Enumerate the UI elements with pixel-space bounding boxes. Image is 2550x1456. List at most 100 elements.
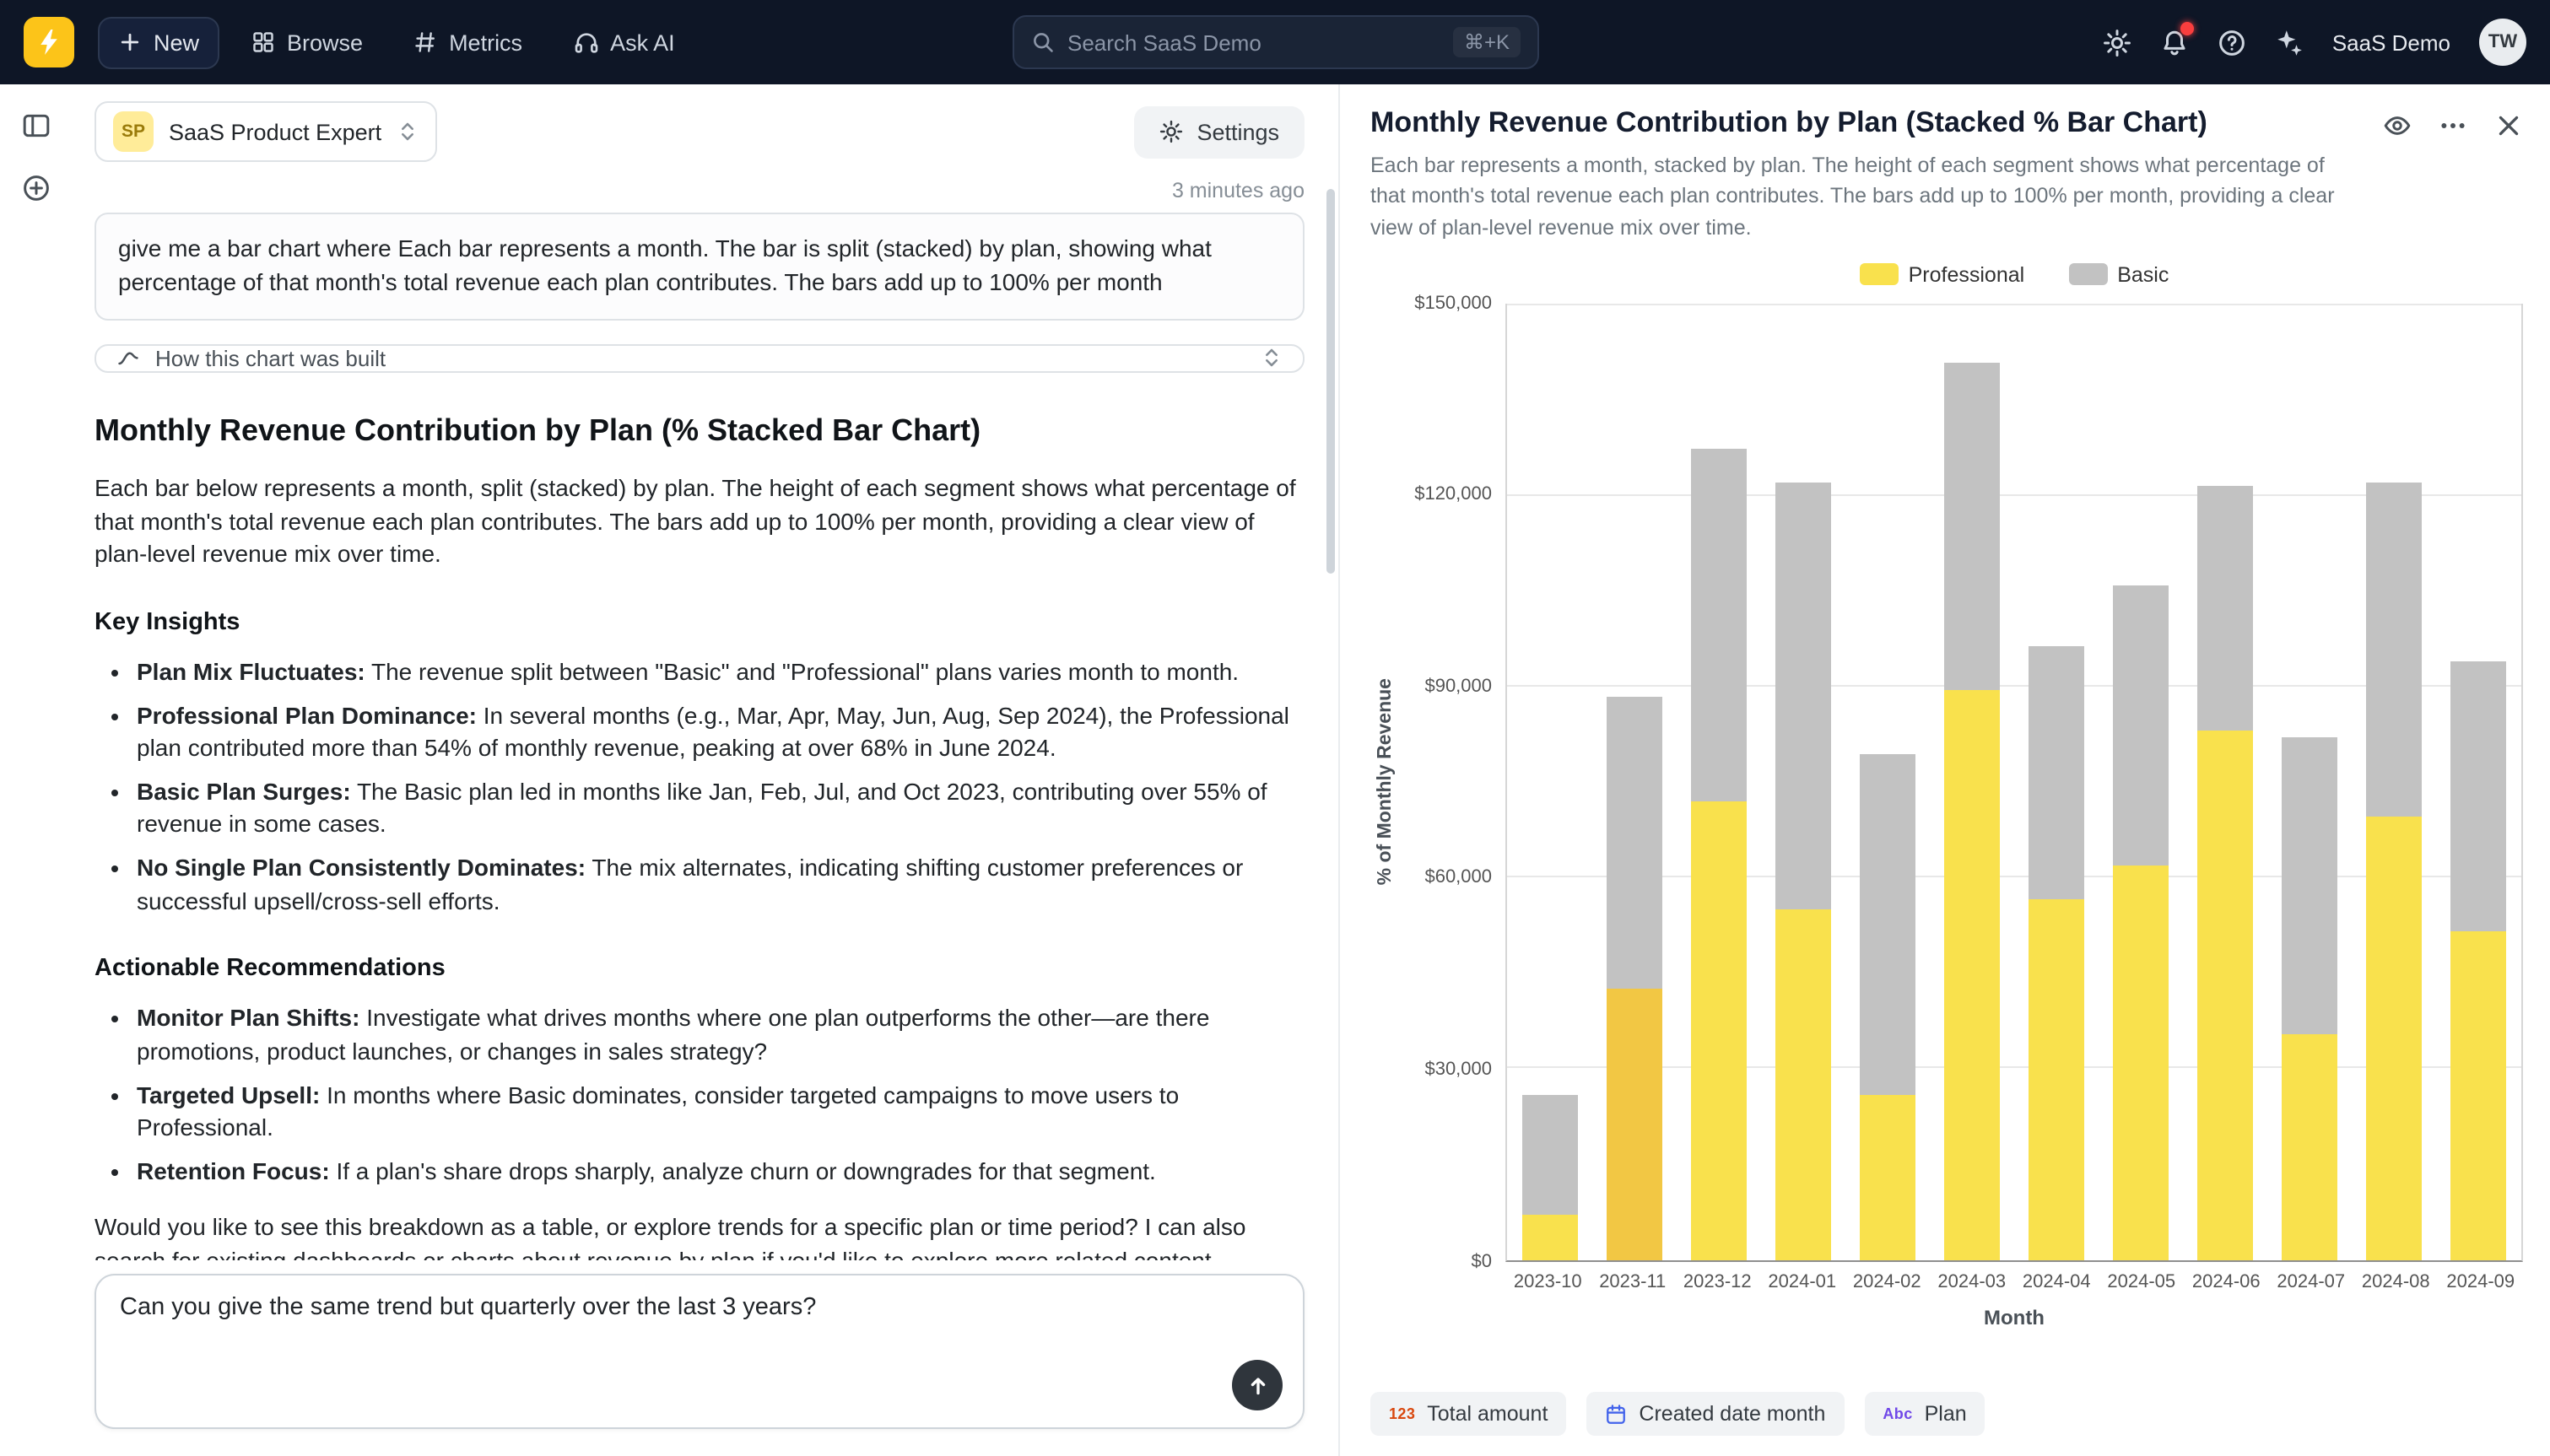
settings-button[interactable]: Settings <box>1134 105 1305 158</box>
more-options-icon[interactable] <box>2439 111 2467 140</box>
bar-segment-basic[interactable] <box>1521 1094 1577 1215</box>
composer-input[interactable]: Can you give the same trend but quarterl… <box>120 1294 1164 1395</box>
nav-browse-label: Browse <box>287 30 363 55</box>
main-content: SP SaaS Product Expert Settings 3 minute… <box>0 84 2550 1456</box>
global-search[interactable]: ⌘+K <box>1012 15 1538 69</box>
field-badges: 123 Total amount Created date month Abc … <box>1370 1392 2523 1436</box>
bar-segment-professional[interactable] <box>2282 1033 2337 1259</box>
bar-segment-professional[interactable] <box>1775 909 1831 1259</box>
legend-label: Professional <box>1909 262 2025 286</box>
bell-icon[interactable] <box>2160 28 2189 57</box>
field-badge-plan[interactable]: Abc Plan <box>1864 1392 1985 1436</box>
bar-segment-professional[interactable] <box>1944 690 2000 1259</box>
bar-2024-01[interactable] <box>1760 305 1845 1259</box>
panel-toggle-icon[interactable] <box>21 111 50 140</box>
plot-area <box>1505 303 2523 1261</box>
bar-segment-professional[interactable] <box>1860 1094 1915 1259</box>
bar-2024-05[interactable] <box>2099 305 2183 1259</box>
new-button-label: New <box>154 30 199 55</box>
nav-ask-ai-label: Ask AI <box>610 30 675 55</box>
nav-browse[interactable]: Browse <box>233 18 381 67</box>
message-timestamp: 3 minutes ago <box>1172 179 1305 202</box>
stacked-bar <box>1944 305 2000 1259</box>
bar-segment-basic[interactable] <box>2451 661 2507 932</box>
search-input[interactable] <box>1067 30 1440 55</box>
x-tick-label: 2024-05 <box>2099 1271 2185 1292</box>
bar-2024-06[interactable] <box>2183 305 2267 1259</box>
send-button[interactable] <box>1232 1360 1283 1410</box>
legend-item-basic[interactable]: Basic <box>2068 262 2169 286</box>
x-tick-label: 2024-09 <box>2439 1271 2524 1292</box>
new-button[interactable]: New <box>98 16 219 68</box>
text-field-icon: Abc <box>1883 1405 1912 1422</box>
bar-2023-10[interactable] <box>1507 305 1591 1259</box>
bar-segment-basic[interactable] <box>2367 483 2423 817</box>
headset-icon <box>573 30 598 55</box>
bar-2024-03[interactable] <box>1930 305 2014 1259</box>
field-badge-total-amount[interactable]: 123 Total amount <box>1370 1392 1566 1436</box>
chat-messages[interactable]: 3 minutes ago give me a bar chart where … <box>95 162 1305 1260</box>
agent-selector[interactable]: SP SaaS Product Expert <box>95 101 437 162</box>
how-built-label: How this chart was built <box>155 346 386 371</box>
bar-2024-02[interactable] <box>1845 305 1930 1259</box>
nav-metrics[interactable]: Metrics <box>395 18 541 67</box>
workspace-name[interactable]: SaaS Demo <box>2332 30 2450 55</box>
gear-icon[interactable] <box>2103 28 2131 57</box>
bar-segment-basic[interactable] <box>1690 448 1746 801</box>
bar-2024-04[interactable] <box>2014 305 2099 1259</box>
field-badge-label: Plan <box>1925 1402 1967 1426</box>
message-composer[interactable]: Can you give the same trend but quarterl… <box>95 1274 1305 1429</box>
y-tick-label: $60,000 <box>1424 868 1492 888</box>
bar-segment-professional[interactable] <box>1690 801 1746 1259</box>
bar-segment-professional[interactable] <box>1606 990 1661 1260</box>
chat-header: SP SaaS Product Expert Settings <box>95 84 1305 162</box>
legend-item-professional[interactable]: Professional <box>1860 262 2025 286</box>
eye-icon[interactable] <box>2383 111 2412 140</box>
field-badge-label: Created date month <box>1639 1402 1825 1426</box>
bar-segment-basic[interactable] <box>2113 585 2169 865</box>
bar-segment-professional[interactable] <box>2367 817 2423 1259</box>
bar-segment-basic[interactable] <box>1606 696 1661 989</box>
bar-segment-basic[interactable] <box>1860 753 1915 1094</box>
stacked-bar <box>2197 305 2253 1259</box>
nav-ask-ai[interactable]: Ask AI <box>554 18 694 67</box>
user-message: give me a bar chart where Each bar repre… <box>95 213 1305 321</box>
chat-panel: SP SaaS Product Expert Settings 3 minute… <box>71 84 1340 1456</box>
bar-segment-professional[interactable] <box>2197 731 2253 1259</box>
bar-2024-09[interactable] <box>2437 305 2521 1259</box>
bar-2023-11[interactable] <box>1591 305 1676 1259</box>
field-badge-created-date-month[interactable]: Created date month <box>1586 1392 1844 1436</box>
search-icon <box>1030 30 1054 54</box>
help-icon[interactable] <box>2218 28 2246 57</box>
bar-segment-professional[interactable] <box>1521 1215 1577 1259</box>
chart-title: Monthly Revenue Contribution by Plan (St… <box>1370 105 2353 141</box>
list-item: Targeted Upsell: In months where Basic d… <box>137 1079 1305 1145</box>
plus-icon <box>118 30 142 54</box>
bar-2024-07[interactable] <box>2267 305 2352 1259</box>
x-tick-label: 2024-03 <box>1930 1271 2015 1292</box>
app-logo[interactable] <box>24 17 74 67</box>
bar-2024-08[interactable] <box>2353 305 2437 1259</box>
y-tick-label: $150,000 <box>1414 293 1492 313</box>
bar-segment-professional[interactable] <box>2029 900 2084 1259</box>
recommendations-heading: Actionable Recommendations <box>95 952 1305 986</box>
close-icon[interactable] <box>2494 111 2523 140</box>
bar-segment-basic[interactable] <box>1944 362 2000 690</box>
list-item: Retention Focus: If a plan's share drops… <box>137 1156 1305 1189</box>
user-avatar[interactable]: TW <box>2479 19 2526 66</box>
chart-line-icon <box>116 347 140 370</box>
bar-segment-professional[interactable] <box>2451 932 2507 1260</box>
bar-segment-basic[interactable] <box>1775 483 1831 910</box>
stacked-bar <box>2029 305 2084 1259</box>
bar-segment-basic[interactable] <box>2282 737 2337 1033</box>
x-tick-label: 2023-11 <box>1591 1271 1676 1292</box>
new-thread-icon[interactable] <box>21 174 50 202</box>
sparkles-icon[interactable] <box>2275 28 2304 57</box>
chat-scrollbar[interactable] <box>1326 189 1335 574</box>
bar-segment-basic[interactable] <box>2029 645 2084 900</box>
bar-2023-12[interactable] <box>1676 305 1760 1259</box>
how-chart-built-toggle[interactable]: How this chart was built <box>95 344 1305 373</box>
bar-segment-professional[interactable] <box>2113 865 2169 1259</box>
bar-segment-basic[interactable] <box>2197 486 2253 731</box>
agent-name: SaaS Product Expert <box>169 119 381 144</box>
